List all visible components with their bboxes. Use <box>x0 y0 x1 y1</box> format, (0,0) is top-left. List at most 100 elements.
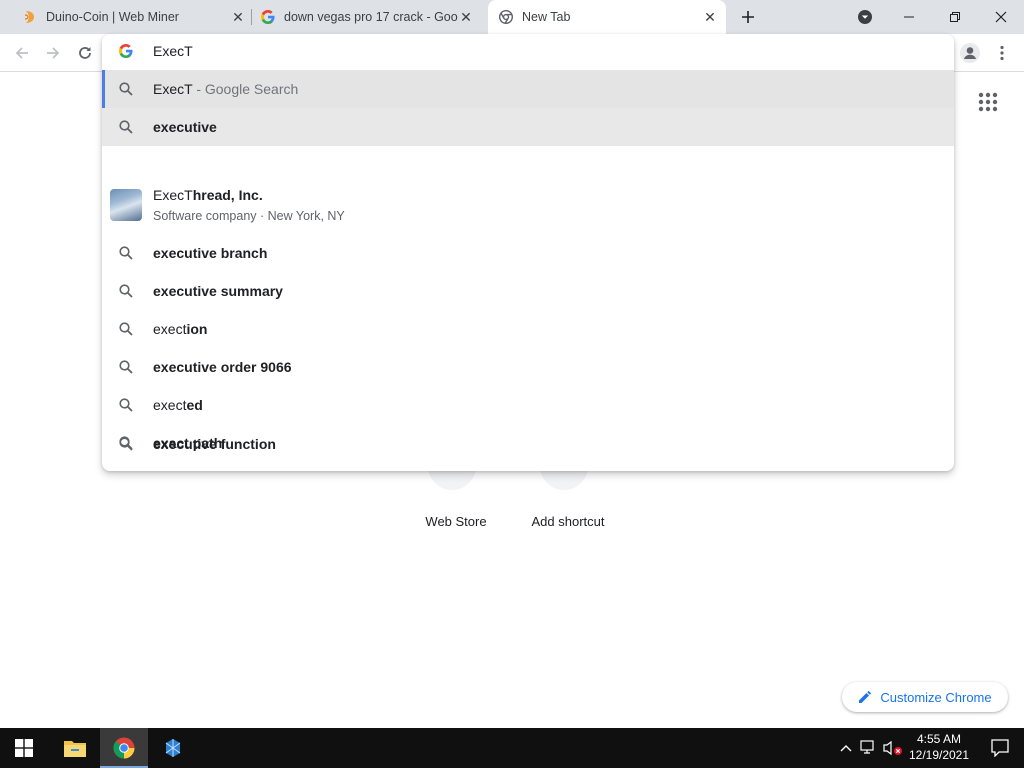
network-icon <box>860 740 874 754</box>
google-icon <box>119 44 133 63</box>
suggestion-prefix: ExecT <box>153 187 193 203</box>
customize-label: Customize Chrome <box>880 689 992 705</box>
tab-title: down vegas pro 17 crack - Google <box>284 10 458 24</box>
tab-title: Duino-Coin | Web Miner <box>46 10 179 24</box>
chrome-menu-button[interactable] <box>989 40 1015 66</box>
forward-button[interactable] <box>40 40 66 66</box>
suggestion-text: executive branch <box>153 245 267 261</box>
miner-app-icon <box>165 739 181 757</box>
tab-strip: Duino-Coin | Web Miner ✕ down vegas pro … <box>0 0 1024 34</box>
search-icon <box>119 246 133 260</box>
arrow-left-icon <box>15 47 28 59</box>
suggestion-text: executive <box>153 119 217 135</box>
profile-button[interactable] <box>956 39 984 67</box>
action-center-button[interactable] <box>976 728 1024 768</box>
suggestion-search-typed[interactable]: ExecT - Google Search <box>102 70 954 108</box>
miner-app-button[interactable] <box>149 728 197 768</box>
new-tab-button[interactable] <box>725 0 771 34</box>
reload-button[interactable] <box>72 40 98 66</box>
search-icon <box>119 120 133 134</box>
taskbar-clock[interactable]: 4:55 AM 12/19/2021 <box>904 731 974 763</box>
suggestion-completion: executive summary <box>153 283 283 299</box>
suggestion-entity[interactable]: ExecThread, Inc. Software company · New … <box>102 180 954 234</box>
suggestion-text: executive function <box>153 436 276 452</box>
suggestion-text: executive summary <box>153 283 283 299</box>
pencil-icon <box>859 690 872 703</box>
tab-new-tab[interactable]: New Tab ✕ <box>488 0 726 34</box>
close-window-button[interactable] <box>978 0 1024 34</box>
reload-icon <box>79 47 91 59</box>
close-icon <box>995 11 1007 23</box>
omnibox-popup: ExecT ExecT - Google Search executive Ex… <box>102 34 954 471</box>
suggestion-prefix: exect <box>153 397 187 413</box>
chevron-down-circle-icon <box>858 10 872 24</box>
restore-icon <box>950 12 960 22</box>
suggestion-prefix: exect <box>153 321 187 337</box>
close-tab-icon[interactable]: ✕ <box>702 9 718 25</box>
chrome-taskbar-button[interactable] <box>100 728 148 768</box>
tab-duino-coin[interactable]: Duino-Coin | Web Miner ✕ <box>14 0 246 34</box>
back-button[interactable] <box>9 40 35 66</box>
suggestion-text: exected <box>153 397 203 413</box>
suggestion-suffix: - Google Search <box>192 81 299 97</box>
suggestion-completion: executive function <box>153 436 276 452</box>
entity-subtitle: Software company · New York, NY <box>153 209 345 223</box>
shortcut-label: Add shortcut <box>531 514 605 529</box>
apps-grid-icon <box>978 92 998 112</box>
chrome-icon <box>113 737 135 759</box>
tab-google-search[interactable]: down vegas pro 17 crack - Google ✕ <box>252 0 486 34</box>
search-icon <box>119 398 133 412</box>
address-bar-input[interactable]: ExecT <box>153 43 193 59</box>
tab-search-button[interactable] <box>842 0 888 34</box>
entity-thumbnail <box>110 189 142 221</box>
suggestion-item[interactable]: exected <box>102 386 954 424</box>
clock-date: 12/19/2021 <box>908 748 970 762</box>
start-button[interactable] <box>0 728 48 768</box>
file-explorer-button[interactable] <box>51 728 99 768</box>
typed-text: ExecT <box>153 81 193 97</box>
suggestion-completion: executive branch <box>153 245 268 261</box>
volume-muted-icon <box>883 740 902 756</box>
suggestion-item[interactable]: executive <box>102 108 954 146</box>
file-explorer-icon <box>64 741 86 757</box>
suggestion-completion: ion <box>186 321 208 337</box>
suggestion-item[interactable]: executive order 9066 <box>102 348 954 386</box>
suggestion-item[interactable]: executive summary <box>102 272 954 310</box>
suggestion-item[interactable]: exection <box>102 310 954 348</box>
google-icon <box>260 9 276 25</box>
search-icon <box>119 322 133 336</box>
search-icon <box>119 437 133 451</box>
plus-icon <box>742 11 754 23</box>
minimize-icon <box>904 16 914 18</box>
windows-taskbar: 4:55 AM 12/19/2021 <box>0 728 1024 768</box>
google-apps-button[interactable] <box>978 92 1002 116</box>
minimize-button[interactable] <box>886 0 932 34</box>
show-hidden-icons-button[interactable] <box>836 728 856 768</box>
more-vert-icon <box>1000 45 1004 61</box>
chrome-icon <box>498 9 514 25</box>
restore-button[interactable] <box>932 0 978 34</box>
suggestion-item[interactable]: executive branch <box>102 234 954 272</box>
search-icon <box>119 284 133 298</box>
search-icon <box>119 360 133 374</box>
suggestion-item[interactable]: executive function <box>102 425 954 463</box>
duino-coin-icon <box>22 9 38 25</box>
close-tab-icon[interactable]: ✕ <box>230 9 246 25</box>
start-icon <box>15 739 33 757</box>
volume-button[interactable] <box>882 728 904 768</box>
shortcut-label: Web Store <box>425 514 487 529</box>
omnibox[interactable]: ExecT <box>102 34 954 70</box>
suggestion-text: ExecT - Google Search <box>153 81 298 97</box>
arrow-right-icon <box>47 47 60 59</box>
suggestion-completion: executive <box>153 119 217 135</box>
suggestion-text: executive order 9066 <box>153 359 292 375</box>
suggestion-completion: ed <box>186 397 203 413</box>
notification-icon <box>991 739 1009 757</box>
clock-time: 4:55 AM <box>916 732 962 746</box>
suggestion-completion: executive order 9066 <box>153 359 292 375</box>
customize-chrome-button[interactable]: Customize Chrome <box>842 682 1008 712</box>
network-button[interactable] <box>858 728 880 768</box>
suggestion-text: exection <box>153 321 207 337</box>
close-tab-icon[interactable]: ✕ <box>458 9 474 25</box>
tab-title: New Tab <box>522 10 571 24</box>
